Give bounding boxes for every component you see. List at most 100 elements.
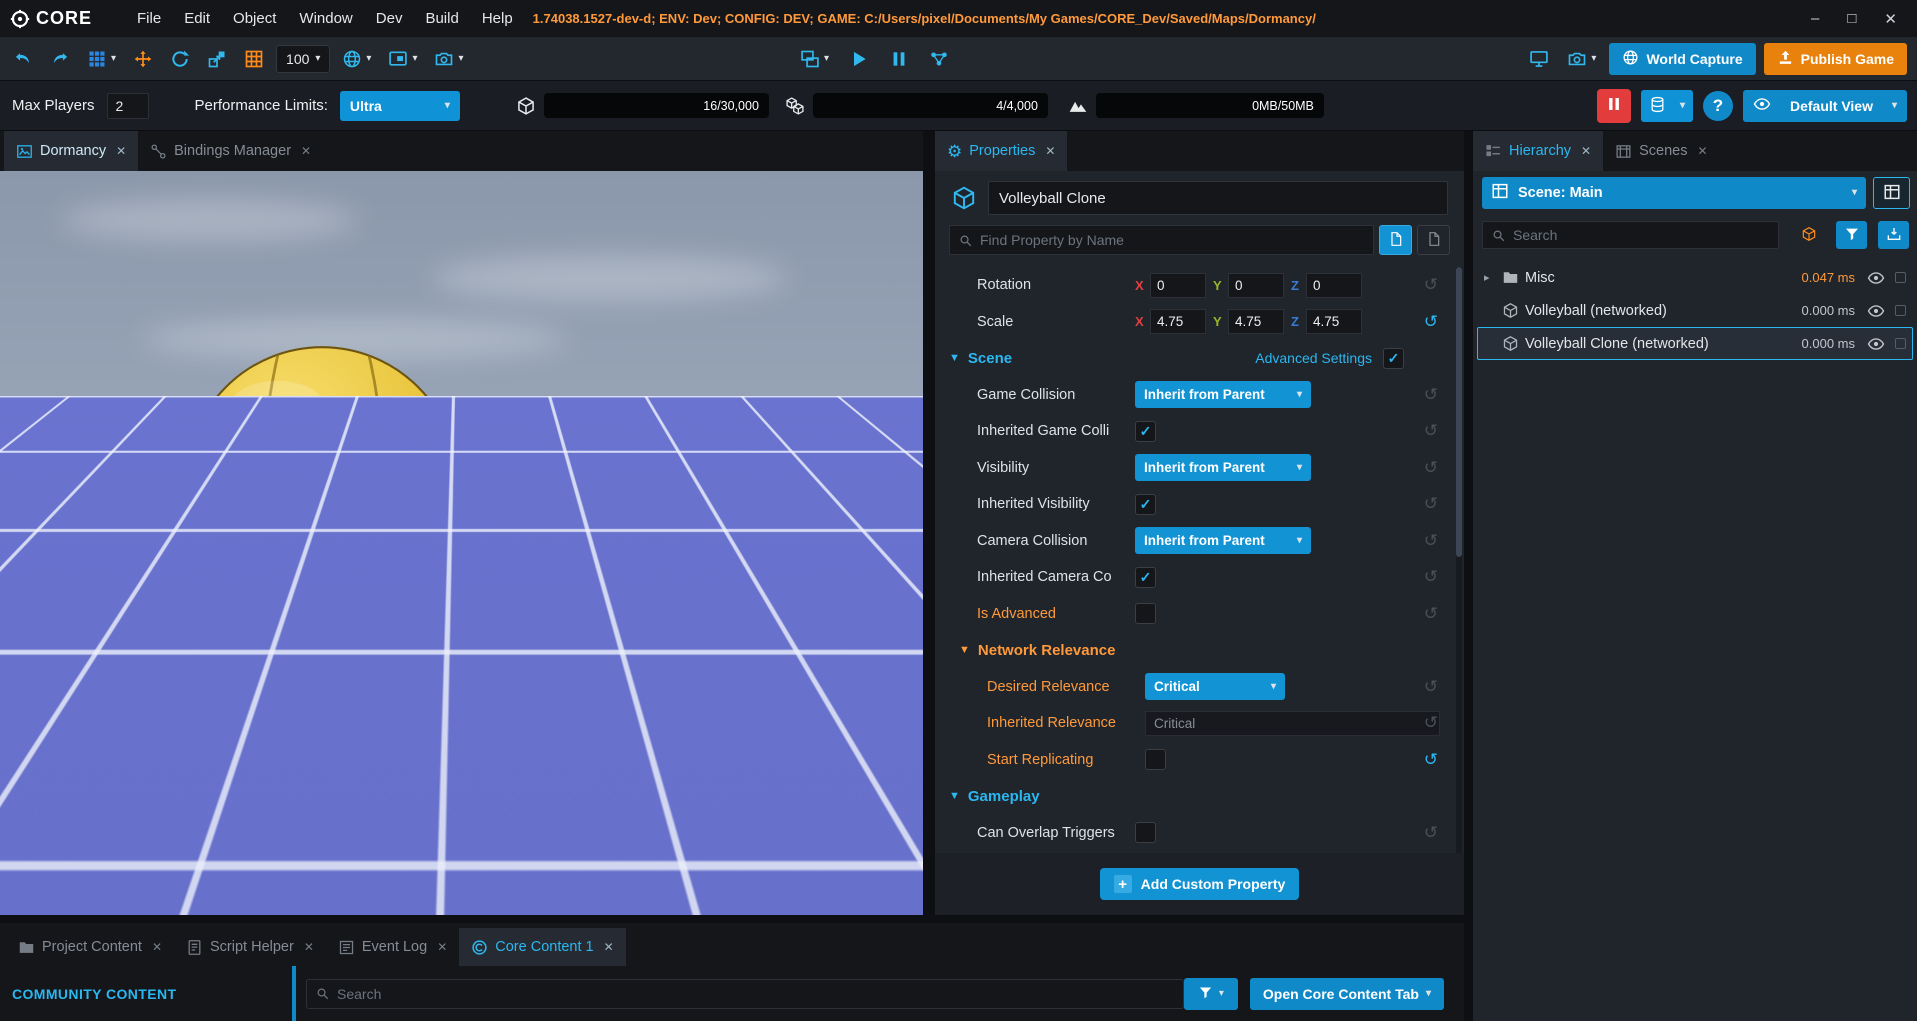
property-search-input[interactable] — [980, 232, 1365, 248]
camera-frame-icon[interactable] — [1895, 272, 1906, 283]
publish-game-button[interactable]: Publish Game — [1764, 43, 1907, 75]
tab-bindings-manager[interactable]: Bindings Manager✕ — [138, 131, 323, 171]
tab-properties[interactable]: ⚙ Properties ✕ — [935, 131, 1067, 171]
open-core-content-tab-button[interactable]: Open Core Content Tab ▾ — [1250, 978, 1444, 1010]
grid-size-dropdown[interactable]: 100▾ — [276, 45, 330, 73]
axis-value-input[interactable]: 4.75 — [1306, 309, 1362, 334]
redo-button[interactable] — [45, 42, 75, 76]
close-icon[interactable]: ✕ — [604, 940, 614, 954]
tab-script-helper[interactable]: Script Helper✕ — [174, 928, 326, 966]
section-caret-icon[interactable]: ▼ — [949, 352, 960, 364]
visibility-toggle-icon[interactable] — [1867, 302, 1885, 320]
scale-tool-button[interactable] — [202, 42, 232, 76]
viewport-options-dropdown[interactable]: ▾ — [383, 42, 422, 76]
section-caret-icon[interactable]: ▼ — [959, 644, 970, 656]
reset-icon[interactable]: ↺ — [1424, 823, 1438, 843]
camera-options-dropdown[interactable]: ▾ — [429, 42, 468, 76]
reset-icon[interactable]: ↺ — [1424, 494, 1438, 514]
reset-icon[interactable]: ↺ — [1424, 604, 1438, 624]
reset-icon[interactable]: ↺ — [1424, 275, 1438, 295]
close-icon[interactable]: ✕ — [437, 940, 447, 954]
axis-value-input[interactable]: 0 — [1306, 273, 1362, 298]
reset-icon[interactable]: ↺ — [1424, 385, 1438, 405]
scrollbar-thumb[interactable] — [1456, 267, 1462, 557]
tab-core-content-1[interactable]: Core Content 1✕ — [459, 928, 625, 966]
move-tool-button[interactable] — [128, 42, 158, 76]
advanced-settings-checkbox[interactable]: ✓ — [1383, 348, 1404, 369]
reset-icon[interactable]: ↺ — [1424, 713, 1438, 733]
close-icon[interactable]: ✕ — [1581, 144, 1591, 158]
grid-toggle-button[interactable] — [239, 42, 269, 76]
reset-icon[interactable]: ↺ — [1424, 567, 1438, 587]
performance-quality-dropdown[interactable]: Ultra▾ — [340, 91, 460, 121]
add-custom-property-button[interactable]: + Add Custom Property — [1100, 868, 1300, 900]
reset-icon[interactable]: ↺ — [1424, 531, 1438, 551]
content-filter-dropdown[interactable]: ▾ — [1184, 978, 1238, 1010]
reset-icon[interactable]: ↺ — [1424, 312, 1438, 332]
rotate-tool-button[interactable] — [165, 42, 195, 76]
property-dropdown[interactable]: Inherit from Parent▾ — [1135, 454, 1311, 481]
volleyball-object[interactable] — [182, 343, 462, 623]
property-checkbox[interactable]: ✓ — [1135, 494, 1156, 515]
tab-hierarchy[interactable]: Hierarchy✕ — [1473, 131, 1603, 171]
minimize-button[interactable]: – — [1811, 10, 1819, 28]
tab-project-content[interactable]: Project Content✕ — [6, 928, 174, 966]
tab-event-log[interactable]: Event Log✕ — [326, 928, 459, 966]
menu-edit[interactable]: Edit — [184, 10, 210, 27]
viewport-3d[interactable] — [0, 171, 923, 915]
axis-value-input[interactable]: 4.75 — [1228, 309, 1284, 334]
scene-selector-dropdown[interactable]: Scene: Main ▾ — [1482, 177, 1866, 209]
camera-frame-icon[interactable] — [1895, 305, 1906, 316]
transform-gizmo[interactable] — [532, 438, 702, 558]
paste-properties-button[interactable] — [1417, 225, 1450, 255]
reset-icon[interactable]: ↺ — [1424, 421, 1438, 441]
property-checkbox[interactable] — [1135, 603, 1156, 624]
pause-button[interactable] — [884, 42, 914, 76]
content-search-input[interactable] — [337, 986, 1175, 1002]
reset-icon[interactable]: ↺ — [1424, 750, 1438, 770]
visibility-toggle-icon[interactable] — [1867, 269, 1885, 287]
hierarchy-search-input[interactable] — [1513, 227, 1770, 243]
object-name-input[interactable] — [988, 181, 1448, 215]
menu-file[interactable]: File — [137, 10, 161, 27]
undo-button[interactable] — [8, 42, 38, 76]
performance-pause-button[interactable] — [1597, 89, 1631, 123]
import-button[interactable] — [1878, 221, 1909, 249]
copy-properties-button[interactable] — [1379, 225, 1412, 255]
property-dropdown[interactable]: Critical▾ — [1145, 673, 1285, 700]
reset-icon[interactable]: ↺ — [1424, 458, 1438, 478]
axis-value-input[interactable]: 4.75 — [1150, 309, 1206, 334]
reset-icon[interactable]: ↺ — [1424, 677, 1438, 697]
property-dropdown[interactable]: Inherit from Parent▾ — [1135, 527, 1311, 554]
hierarchy-row-volleyball-networked[interactable]: Volleyball (networked)0.000 ms — [1477, 294, 1913, 327]
section-caret-icon[interactable]: ▼ — [949, 790, 960, 802]
close-icon[interactable]: ✕ — [304, 940, 314, 954]
menu-window[interactable]: Window — [299, 10, 352, 27]
networked-preview-button[interactable] — [924, 42, 954, 76]
close-icon[interactable]: ✕ — [116, 144, 126, 158]
snap-grid-dropdown[interactable]: ▾ — [82, 42, 121, 76]
hierarchy-filter-button[interactable] — [1836, 221, 1867, 249]
camera-frame-icon[interactable] — [1895, 338, 1906, 349]
close-window-button[interactable]: ✕ — [1884, 10, 1897, 28]
restore-button[interactable]: □ — [1847, 10, 1856, 28]
expand-caret-icon[interactable]: ▸ — [1484, 271, 1496, 284]
property-checkbox[interactable]: ✓ — [1135, 567, 1156, 588]
close-icon[interactable]: ✕ — [152, 940, 162, 954]
tab-scenes[interactable]: Scenes✕ — [1603, 131, 1719, 171]
hierarchy-row-volleyball-clone-networked[interactable]: Volleyball Clone (networked)0.000 ms — [1477, 327, 1913, 360]
data-panel-dropdown[interactable]: ▾ — [1641, 90, 1693, 122]
property-dropdown[interactable]: Inherit from Parent▾ — [1135, 381, 1311, 408]
menu-object[interactable]: Object — [233, 10, 276, 27]
axis-value-input[interactable]: 0 — [1228, 273, 1284, 298]
menu-dev[interactable]: Dev — [376, 10, 403, 27]
property-checkbox[interactable] — [1135, 822, 1156, 843]
properties-scrollbar[interactable] — [1456, 267, 1462, 853]
max-players-input[interactable] — [107, 93, 149, 119]
capture-settings-dropdown[interactable]: ▾ — [1562, 42, 1601, 76]
world-options-dropdown[interactable]: ▾ — [337, 42, 376, 76]
menu-help[interactable]: Help — [482, 10, 513, 27]
help-button[interactable]: ? — [1703, 91, 1733, 121]
menu-build[interactable]: Build — [425, 10, 458, 27]
close-icon[interactable]: ✕ — [1697, 144, 1707, 158]
